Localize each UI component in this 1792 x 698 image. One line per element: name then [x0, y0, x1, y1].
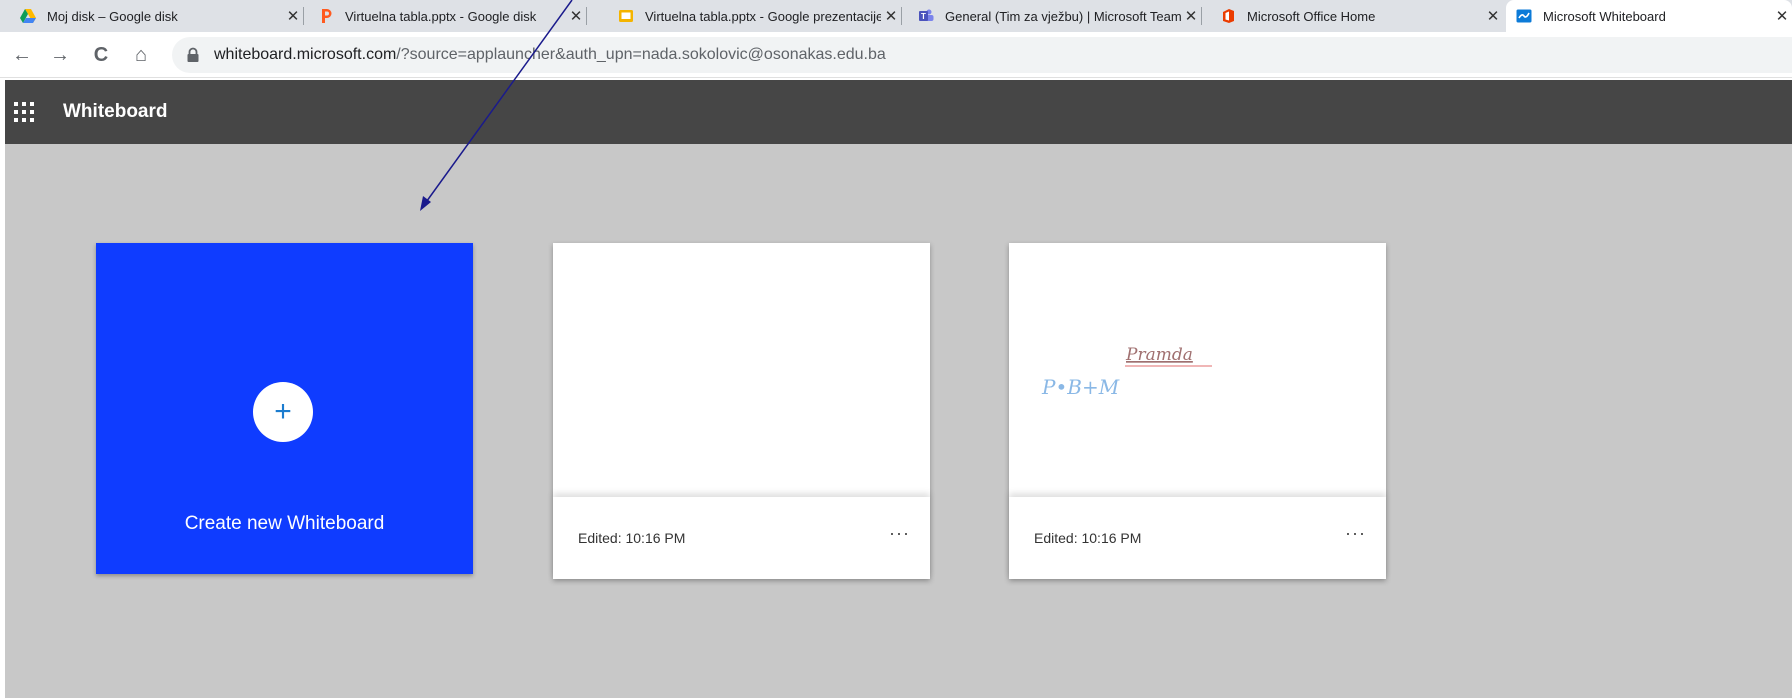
sketch-word: Pramda — [1125, 345, 1193, 365]
lock-icon — [187, 47, 199, 62]
card-footer: Edited: 10:16 PM ··· — [1009, 497, 1386, 579]
close-tab-icon[interactable]: ✕ — [881, 7, 901, 25]
whiteboard-card[interactable]: P•B+M Pramda Edited: 10:16 PM ··· — [1009, 243, 1386, 579]
tab-virtuelna-tabla-drive[interactable]: Virtuelna tabla.pptx - Google disk ✕ — [318, 0, 587, 32]
tab-separator — [303, 7, 304, 25]
whiteboard-thumbnail[interactable]: P•B+M Pramda — [1009, 243, 1386, 497]
whiteboard-icon — [1516, 9, 1532, 23]
whiteboard-thumbnail[interactable] — [553, 243, 930, 497]
url-path: /?source=applauncher&auth_upn=nada.sokol… — [396, 46, 886, 63]
boards-gallery: + Create new Whiteboard Edited: 10:16 PM… — [5, 144, 1792, 698]
reload-button[interactable]: C — [87, 41, 115, 69]
more-options-icon[interactable]: ··· — [889, 523, 910, 544]
plus-glyph: + — [274, 395, 292, 428]
app-launcher-icon[interactable] — [12, 100, 36, 124]
tab-title: Virtuelna tabla.pptx - Google prezentaci… — [645, 8, 881, 24]
home-button[interactable]: ⌂ — [127, 41, 155, 69]
tab-office-home[interactable]: Microsoft Office Home ✕ — [1220, 0, 1503, 32]
close-tab-icon[interactable]: ✕ — [1772, 7, 1792, 25]
create-whiteboard-label: Create new Whiteboard — [184, 513, 385, 534]
reload-icon: C — [93, 43, 109, 66]
tab-separator — [901, 7, 902, 25]
tab-title: Moj disk – Google disk — [47, 8, 178, 24]
tab-separator — [586, 7, 587, 25]
create-whiteboard-tile[interactable]: + Create new Whiteboard — [96, 243, 473, 574]
close-tab-icon[interactable]: ✕ — [566, 7, 586, 25]
browser-tab-strip: Moj disk – Google disk ✕ Virtuelna tabla… — [0, 0, 1792, 32]
url-text: whiteboard.microsoft.com/?source=applaun… — [214, 46, 886, 64]
teams-icon: T — [919, 9, 934, 21]
google-drive-icon — [20, 9, 36, 23]
app-header: Whiteboard — [5, 80, 1792, 144]
url-host: whiteboard.microsoft.com — [214, 46, 397, 63]
card-footer: Edited: 10:16 PM ··· — [553, 497, 930, 579]
close-tab-icon[interactable]: ✕ — [1483, 7, 1503, 25]
home-icon: ⌂ — [134, 43, 148, 66]
close-tab-icon[interactable]: ✕ — [1181, 7, 1201, 25]
edited-timestamp: Edited: 10:16 PM — [578, 530, 686, 546]
close-tab-icon[interactable]: ✕ — [283, 7, 303, 25]
tab-separator — [1201, 7, 1202, 25]
forward-button[interactable]: → — [46, 41, 74, 69]
more-options-icon[interactable]: ··· — [1345, 523, 1366, 544]
tab-title: Virtuelna tabla.pptx - Google disk — [345, 8, 537, 24]
tab-title: Microsoft Office Home — [1247, 8, 1376, 24]
office-icon — [1223, 9, 1234, 23]
tab-microsoft-teams[interactable]: T General (Tim za vježbu) | Microsoft Te… — [918, 0, 1202, 32]
add-icon[interactable]: + — [253, 382, 313, 442]
back-button[interactable]: ← — [8, 41, 36, 69]
whiteboard-card[interactable]: Edited: 10:16 PM ··· — [553, 243, 930, 579]
tab-microsoft-whiteboard[interactable]: Microsoft Whiteboard ✕ — [1506, 0, 1792, 32]
powerpoint-p-icon — [322, 9, 332, 23]
svg-text:T: T — [921, 12, 926, 21]
sketch-formula: P•B+M — [1041, 375, 1120, 399]
browser-toolbar: ← → C ⌂ whiteboard.microsoft.com/?source… — [0, 32, 1792, 78]
app-title: Whiteboard — [63, 101, 168, 122]
tab-google-drive[interactable]: Moj disk – Google disk ✕ — [20, 0, 304, 32]
back-arrow-icon: ← — [12, 43, 32, 66]
google-slides-icon — [619, 10, 633, 22]
address-bar[interactable]: whiteboard.microsoft.com/?source=applaun… — [172, 37, 1792, 73]
tab-title: Microsoft Whiteboard — [1543, 8, 1666, 24]
edited-timestamp: Edited: 10:16 PM — [1034, 530, 1142, 546]
handwriting-sketch: P•B+M Pramda — [1041, 345, 1212, 399]
forward-arrow-icon: → — [50, 43, 70, 66]
tab-title: General (Tim za vježbu) | Microsoft Team… — [945, 8, 1181, 24]
tab-virtuelna-tabla-slides[interactable]: Virtuelna tabla.pptx - Google prezentaci… — [618, 0, 902, 32]
